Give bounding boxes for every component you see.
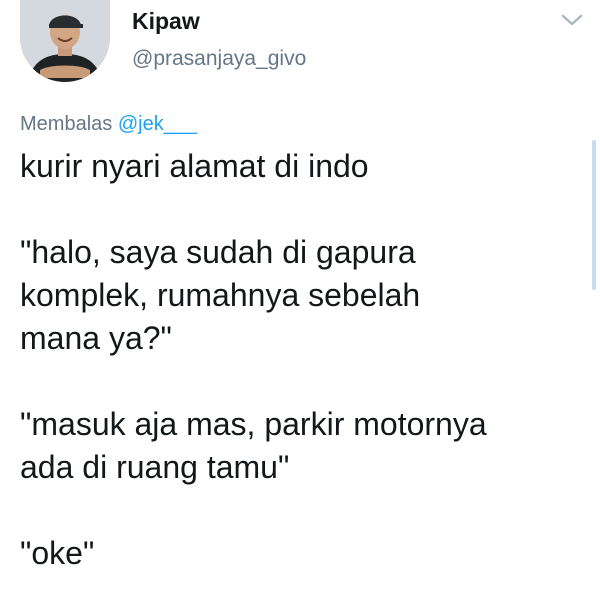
tweet-paragraph: "halo, saya sudah di gapura komplek, rum… (20, 234, 421, 356)
tweet-paragraph: "oke" (20, 535, 95, 571)
chevron-down-icon[interactable] (560, 12, 584, 28)
reply-prefix: Membalas (20, 113, 113, 135)
profile-photo-icon (20, 0, 110, 82)
reply-to-handle-link[interactable]: @jek___ (118, 113, 197, 135)
tweet-paragraph: "masuk aja mas, parkir motornya ada di r… (20, 406, 487, 485)
display-name[interactable]: Kipaw (132, 10, 200, 33)
tweet-paragraph: kurir nyari alamat di indo (20, 148, 369, 184)
tweet-text: kurir nyari alamat di indo "halo, saya s… (20, 145, 580, 600)
scrollbar[interactable] (592, 140, 596, 290)
avatar[interactable] (20, 0, 110, 82)
reply-context: Membalas @jek___ (20, 112, 197, 136)
user-handle[interactable]: @prasanjaya_givo (132, 48, 306, 69)
